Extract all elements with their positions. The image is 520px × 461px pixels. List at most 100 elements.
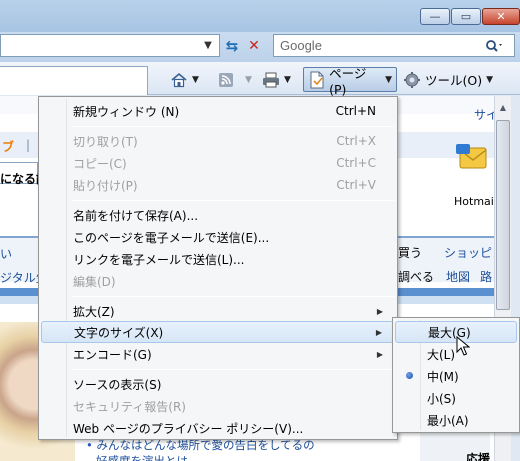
stop-icon: ✕	[248, 38, 260, 54]
menu-item-label: Web ページのプライバシー ポリシー(V)...	[73, 421, 304, 436]
menu-item-label: 小(S)	[427, 391, 456, 406]
title-bar: — ▭ ✕	[0, 0, 520, 32]
minimize-button[interactable]: —	[420, 8, 450, 25]
menu-item-label: ソースの表示(S)	[73, 377, 162, 392]
menu-item-label: 中(M)	[427, 369, 459, 384]
close-icon: ✕	[496, 10, 506, 23]
chevron-down-icon: ▼	[385, 74, 392, 85]
menu-item-shortcut: Ctrl+N	[335, 104, 376, 118]
scroll-up-arrow-icon[interactable]: ▲	[496, 98, 510, 116]
page-menu-button[interactable]: ページ(P) ▼	[303, 66, 397, 97]
stop-button[interactable]: ✕	[244, 36, 264, 56]
tab-strip[interactable]	[0, 66, 148, 95]
address-input[interactable]	[0, 34, 220, 57]
page-menu: 新規ウィンドウ (N) Ctrl+N 切り取り(T) Ctrl+X コピー(C)…	[38, 96, 398, 440]
gear-icon	[403, 71, 421, 89]
text-size-medium[interactable]: 中(M)	[395, 365, 517, 387]
chevron-down-icon: ▼	[486, 74, 494, 85]
buy-label[interactable]: 買う	[398, 244, 422, 261]
nav-divider: |	[26, 138, 31, 152]
print-button[interactable]: ▼	[258, 67, 295, 92]
chevron-down-icon: ▼	[245, 74, 252, 85]
scroll-thumb[interactable]	[496, 120, 510, 310]
menu-item-security-report[interactable]: セキュリティ報告(R)	[41, 395, 395, 417]
home-icon	[170, 71, 188, 89]
menu-item-edit[interactable]: 編集(D)	[41, 270, 395, 292]
feeds-button[interactable]: ▼	[213, 67, 256, 92]
address-row: ▼ ⇆ ✕ Google	[0, 32, 520, 62]
page-menu-label: ページ(P)	[329, 65, 367, 97]
news-link-2[interactable]: 好感度を演出とは	[96, 453, 188, 461]
menu-item-label: 最小(A)	[427, 413, 469, 428]
menu-item-label: 切り取り(T)	[73, 134, 138, 149]
menu-item-shortcut: Ctrl+V	[336, 178, 376, 192]
radio-selected-icon	[406, 372, 413, 379]
menu-item-cut[interactable]: 切り取り(T) Ctrl+X	[41, 130, 395, 152]
menu-item-label: 名前を付けて保存(A)...	[73, 208, 199, 223]
home-button[interactable]: ▼	[166, 67, 203, 92]
menu-item-send-link[interactable]: リンクを電子メールで送信(L)...	[41, 248, 395, 270]
menu-separator	[71, 369, 395, 370]
menu-item-label: 編集(D)	[73, 274, 116, 289]
map-link[interactable]: 地図	[446, 268, 470, 285]
menu-item-privacy-policy[interactable]: Web ページのプライバシー ポリシー(V)...	[41, 417, 395, 439]
command-bar: ▼ ▼ ▼ ページ(P) ▼ ツール(O) ▼	[0, 62, 520, 97]
maximize-button[interactable]: ▭	[451, 8, 481, 25]
menu-item-label: 大(L)	[427, 347, 456, 362]
menu-item-copy[interactable]: コピー(C) Ctrl+C	[41, 152, 395, 174]
menu-item-label: 拡大(Z)	[73, 304, 115, 319]
search-label[interactable]: 調べる	[398, 268, 434, 285]
menu-item-encoding[interactable]: エンコード(G) ▶	[41, 343, 395, 365]
chevron-down-icon: ▼	[204, 40, 212, 51]
tools-menu-button[interactable]: ツール(O) ▼	[399, 67, 497, 92]
menu-item-new-window[interactable]: 新規ウィンドウ (N) Ctrl+N	[41, 100, 395, 122]
route-link[interactable]: 路	[480, 268, 492, 285]
side-banner-text[interactable]: 応援	[466, 450, 490, 461]
chevron-down-icon: ▼	[192, 74, 199, 85]
menu-item-shortcut: Ctrl+X	[336, 134, 376, 148]
menu-item-label: 貼り付け(P)	[73, 178, 138, 193]
chevron-down-icon: ▼	[284, 74, 291, 85]
rss-icon	[217, 71, 235, 89]
tools-menu-label: ツール(O)	[425, 73, 483, 88]
minimize-icon: —	[429, 10, 441, 23]
menu-item-paste[interactable]: 貼り付け(P) Ctrl+V	[41, 174, 395, 196]
web-tab-fragment[interactable]: ブ	[2, 138, 14, 155]
text-size-smallest[interactable]: 最小(A)	[395, 409, 517, 431]
close-button[interactable]: ✕	[482, 8, 520, 25]
menu-item-send-page[interactable]: このページを電子メールで送信(E)...	[41, 226, 395, 248]
search-input[interactable]: Google	[273, 34, 515, 57]
menu-item-zoom[interactable]: 拡大(Z) ▶	[41, 300, 395, 322]
maximize-icon: ▭	[460, 10, 472, 23]
menu-item-label: セキュリティ報告(R)	[73, 399, 186, 414]
text-size-smaller[interactable]: 小(S)	[395, 387, 517, 409]
hotmail-label[interactable]: Hotmail	[454, 195, 497, 208]
chevron-right-icon: ▶	[376, 306, 383, 316]
chevron-right-icon: ▶	[375, 327, 382, 337]
menu-item-label: このページを電子メールで送信(E)...	[73, 230, 270, 245]
search-button[interactable]	[478, 36, 510, 55]
printer-icon	[262, 71, 280, 89]
menu-item-label: エンコード(G)	[73, 347, 152, 362]
menu-item-view-source[interactable]: ソースの表示(S)	[41, 373, 395, 395]
text-size-submenu: 最大(G) 大(L) 中(M) 小(S) 最小(A)	[392, 317, 520, 433]
menu-item-label: 新規ウィンドウ (N)	[73, 104, 180, 119]
menu-separator	[71, 296, 395, 297]
address-dropdown-button[interactable]: ▼	[200, 37, 216, 54]
search-icon	[486, 39, 502, 52]
menu-item-save-as[interactable]: 名前を付けて保存(A)...	[41, 204, 395, 226]
refresh-button[interactable]: ⇆	[222, 36, 242, 56]
search-placeholder: Google	[280, 38, 322, 53]
menu-item-shortcut: Ctrl+C	[336, 156, 376, 170]
menu-separator	[71, 200, 395, 201]
menu-item-text-size[interactable]: 文字のサイズ(X) ▶	[41, 321, 395, 343]
hotmail-icon[interactable]	[456, 142, 490, 178]
page-icon	[308, 71, 325, 89]
refresh-icon: ⇆	[225, 37, 239, 55]
menu-item-label: 文字のサイズ(X)	[74, 325, 164, 340]
menu-item-label: コピー(C)	[73, 156, 127, 171]
menu-item-label: リンクを電子メールで送信(L)...	[73, 252, 245, 267]
menu-separator	[71, 126, 395, 127]
link-fragment-1[interactable]: い	[0, 245, 12, 262]
mouse-pointer-icon	[456, 336, 470, 356]
